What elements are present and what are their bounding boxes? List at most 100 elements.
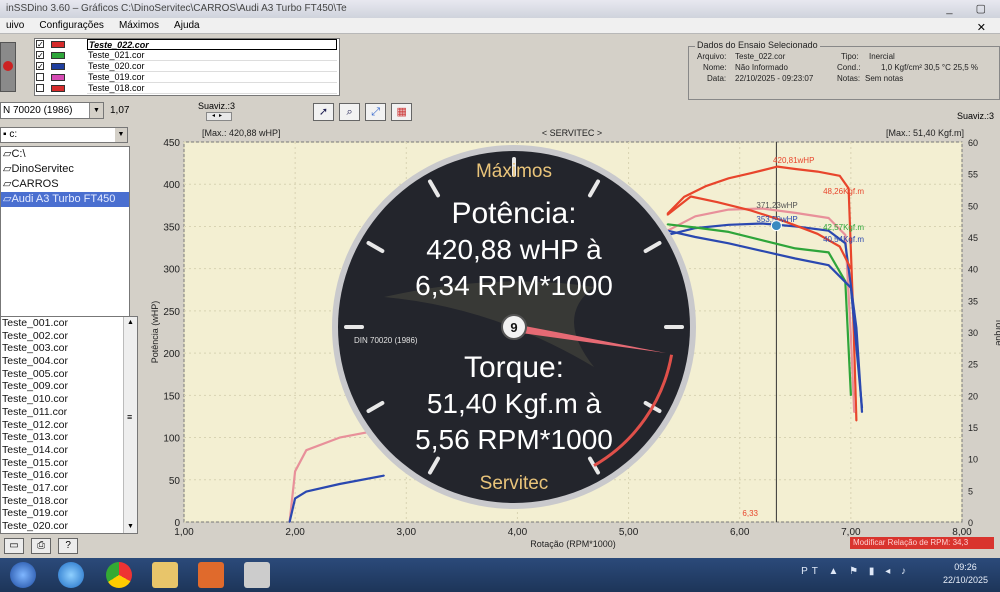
mdi-close-icon[interactable]: ✕ — [971, 19, 992, 34]
logo-dot-icon — [3, 61, 13, 71]
file-item[interactable]: Teste_013.cor — [1, 431, 137, 444]
norm-factor: 1,07 — [110, 105, 130, 116]
test-color-swatch[interactable] — [51, 85, 65, 92]
file-item[interactable]: Teste_001.cor — [1, 317, 137, 330]
series-point — [690, 195, 692, 198]
clock[interactable]: 09:26 22/10/2025 — [943, 561, 988, 587]
menu-maximos[interactable]: Máximos — [113, 18, 165, 31]
x-tick-label: 3,00 — [397, 527, 417, 538]
system-tray[interactable]: PT ▲ ⚑ ▮ ◂ ♪ — [801, 566, 910, 577]
dyno-chart[interactable]: 0 50 100 150 200 250 300 350 400 450 0 5 10 15 20 25 30 3… — [144, 124, 1000, 556]
internet-explorer-icon[interactable] — [58, 562, 84, 588]
rpm-ratio-button[interactable]: Modificar Relação de RPM: 34,3 — [850, 537, 994, 549]
grid-tool-icon[interactable]: ▦ — [391, 103, 413, 121]
test-checkbox[interactable]: ✓ — [36, 51, 44, 60]
selected-test-row[interactable]: Teste_018.cor — [35, 83, 339, 94]
y2-tick-label: 45 — [968, 233, 978, 243]
x-tick-label: 4,00 — [508, 527, 528, 538]
folder-item[interactable]: ▱CARROS — [1, 177, 129, 192]
help-icon[interactable]: ? — [58, 538, 79, 554]
smoothing-spinner[interactable]: ◂▸ — [206, 112, 232, 121]
file-item[interactable]: Teste_017.cor — [1, 482, 137, 495]
selected-test-row[interactable]: ✓ Teste_021.cor — [35, 50, 339, 61]
menu-configuracoes[interactable]: Configurações — [33, 18, 109, 31]
test-color-swatch[interactable] — [51, 74, 65, 81]
file-list-scrollbar[interactable]: ▲ ≡ ▼ — [123, 317, 137, 533]
series-point — [794, 257, 797, 260]
chrome-icon[interactable] — [106, 562, 132, 588]
data-label: 42,57Kgf.m — [823, 223, 864, 232]
series-point — [750, 172, 752, 175]
dyno-chart-svg[interactable]: 0501001502002503003504004500510152025303… — [144, 124, 1000, 556]
app-logo-button[interactable] — [0, 42, 16, 92]
file-item[interactable]: Teste_004.cor — [1, 355, 137, 368]
file-item[interactable]: Teste_015.cor — [1, 457, 137, 470]
test-checkbox[interactable]: ✓ — [36, 62, 44, 71]
zoom-tool-icon[interactable]: ⌕ — [339, 103, 361, 121]
chart-brand-header: < SERVITEC > — [542, 128, 602, 138]
file-item[interactable]: Teste_020.cor — [1, 520, 137, 533]
file-item[interactable]: Teste_012.cor — [1, 419, 137, 432]
file-item[interactable]: Teste_002.cor — [1, 330, 137, 343]
print-icon[interactable]: ⎙ — [31, 538, 52, 554]
test-checkbox[interactable] — [36, 73, 44, 81]
menu-arquivo[interactable]: uivo — [0, 18, 30, 31]
test-checkbox[interactable]: ✓ — [36, 40, 44, 49]
gauge-norm-label: DIN 70020 (1986) — [354, 336, 418, 345]
file-item[interactable]: Teste_005.cor — [1, 368, 137, 381]
file-item[interactable]: Teste_010.cor — [1, 393, 137, 406]
file-item[interactable]: Teste_014.cor — [1, 444, 137, 457]
file-explorer-icon[interactable] — [152, 562, 178, 588]
folder-item[interactable]: ▱DinoServitec — [1, 162, 129, 177]
series-point — [761, 239, 763, 241]
selected-test-row[interactable]: ✓ Teste_020.cor — [35, 61, 339, 72]
folder-item-selected[interactable]: ▱Audi A3 Turbo FT450 — [1, 192, 129, 207]
info-tipo-label: Tipo: — [841, 52, 859, 61]
fit-tool-icon[interactable]: ⤢ — [365, 103, 387, 121]
selected-test-row[interactable]: ✓ Teste_022.cor — [35, 39, 339, 50]
open-file-icon[interactable]: ▭ — [4, 538, 24, 554]
test-color-swatch[interactable] — [51, 63, 65, 70]
folder-item[interactable]: ▱C:\ — [1, 147, 129, 162]
scroll-thumb-icon[interactable]: ≡ — [127, 412, 132, 422]
y-tick-label: 400 — [163, 180, 180, 191]
test-color-swatch[interactable] — [51, 41, 65, 48]
info-notas-value: Sem notas — [865, 74, 904, 83]
y-axis-label: Potência (wHP) — [150, 301, 160, 364]
language-indicator[interactable]: PT — [801, 566, 822, 577]
scroll-up-icon[interactable]: ▲ — [124, 317, 137, 329]
info-nome-value: Não Informado — [735, 63, 788, 72]
chevron-down-icon[interactable]: ▼ — [115, 128, 127, 142]
selected-test-row[interactable]: Teste_019.cor — [35, 72, 339, 83]
norm-select[interactable]: N 70020 (1986) ▼ — [0, 102, 104, 119]
chart-toolbar: N 70020 (1986) ▼ 1,07 Suaviz.:3 ◂▸ ➚ ⌕ ⤢… — [0, 100, 1000, 124]
chevron-down-icon[interactable]: ▼ — [89, 103, 103, 118]
menu-ajuda[interactable]: Ajuda — [168, 18, 206, 31]
file-item[interactable]: Teste_018.cor — [1, 495, 137, 508]
scroll-down-icon[interactable]: ▼ — [124, 521, 137, 533]
file-item[interactable]: Teste_003.cor — [1, 342, 137, 355]
cursor-marker-icon[interactable] — [770, 220, 782, 232]
file-item[interactable]: Teste_011.cor — [1, 406, 137, 419]
pointer-tool-icon[interactable]: ➚ — [313, 103, 334, 121]
file-item[interactable]: Teste_016.cor — [1, 469, 137, 482]
window-controls[interactable]: _ ▢ — [946, 2, 996, 15]
start-button-icon[interactable] — [10, 562, 36, 588]
gauge-power-label: Potência: — [451, 197, 576, 230]
dino-app-icon[interactable] — [244, 562, 270, 588]
data-label: 48,26Kgf.m — [823, 187, 864, 196]
test-color-swatch[interactable] — [51, 52, 65, 59]
media-player-icon[interactable] — [198, 562, 224, 588]
test-name: Teste_020.cor — [87, 61, 337, 72]
series-point — [694, 226, 697, 229]
test-checkbox[interactable] — [36, 84, 44, 92]
data-label: 420,81wHP — [773, 156, 814, 165]
file-item[interactable]: Teste_019.cor — [1, 507, 137, 520]
series-point — [727, 177, 730, 180]
window-title: inSSDino 3.60 – Gráficos C:\DinoServitec… — [6, 3, 347, 14]
gauge-torque-value: 51,40 Kgf.m à — [427, 388, 602, 419]
drive-select[interactable]: ▪ c: ▼ — [0, 127, 128, 143]
series-point — [305, 490, 308, 493]
file-item[interactable]: Teste_009.cor — [1, 380, 137, 393]
series-point — [861, 411, 863, 414]
